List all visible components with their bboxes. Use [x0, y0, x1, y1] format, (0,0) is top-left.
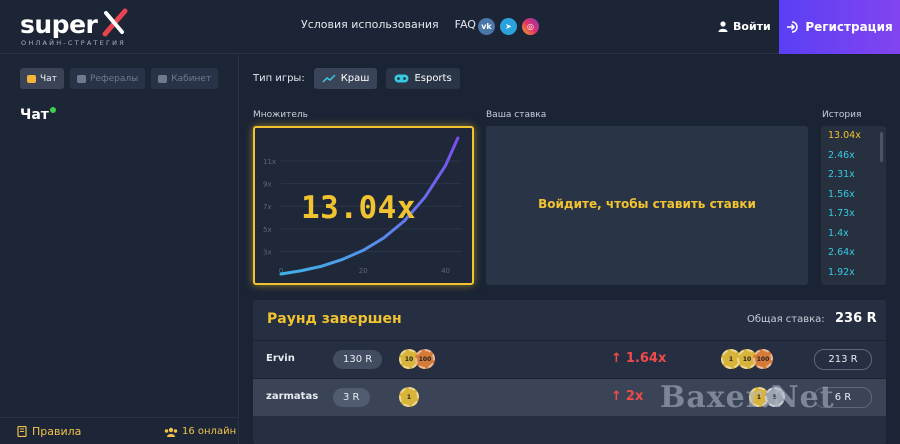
bet-amount: 130 R	[333, 350, 383, 369]
game-type-label: Тип игры:	[253, 73, 305, 84]
user-icon	[158, 74, 168, 83]
nav-faq-link[interactable]: FAQ	[455, 18, 476, 31]
users-icon	[76, 74, 86, 83]
top-nav: Условия использования FAQ	[301, 18, 476, 31]
total-bet-label: Общая ставка:	[747, 314, 825, 325]
chat-title: Чат	[20, 107, 49, 123]
telegram-icon[interactable]: ➤	[500, 18, 517, 35]
user-icon	[718, 21, 728, 32]
watermark: Baxer.Net	[660, 380, 835, 415]
cashout-multiplier: ↑ 1.64x	[611, 351, 666, 366]
rules-label: Правила	[32, 425, 82, 438]
player-name: Ervin	[266, 353, 295, 364]
chip-icon: 100	[753, 349, 773, 369]
game-type-crash-button[interactable]: Краш	[313, 68, 378, 89]
history-label: История	[822, 110, 862, 120]
sidebar: Чат Рефералы Кабинет Чат Правила 16 онла…	[0, 55, 239, 444]
history-item: 1.4x	[828, 227, 849, 239]
logo-text: super	[20, 10, 98, 39]
vk-icon[interactable]: vk	[478, 18, 495, 35]
game-type-crash-label: Краш	[340, 73, 370, 84]
instagram-icon[interactable]: ◎	[522, 18, 539, 35]
sign-in-icon	[787, 21, 798, 33]
register-button[interactable]: Регистрация	[779, 0, 900, 54]
multiplier-text: 1.64x	[625, 351, 667, 366]
y-tick-label: 9x	[263, 181, 272, 189]
login-label: Войти	[733, 20, 771, 33]
history-item: 2.46x	[828, 149, 855, 161]
book-icon	[17, 426, 27, 437]
win-amount: 213 R	[814, 349, 872, 370]
y-tick-label: 3x	[263, 248, 272, 256]
x-tick-label: 40	[441, 267, 450, 275]
y-tick-label: 5x	[263, 226, 272, 234]
tab-cabinet-label: Кабинет	[171, 73, 212, 84]
y-tick-label: 7x	[263, 203, 272, 211]
history-item: 1.73x	[828, 208, 855, 220]
register-label: Регистрация	[805, 20, 893, 34]
logo[interactable]: super ОНЛАЙН-СТРАТЕГИЯ	[20, 8, 130, 48]
round-title: Раунд завершен	[267, 311, 402, 327]
top-header: super ОНЛАЙН-СТРАТЕГИЯ Условия использов…	[0, 0, 900, 54]
chip-icon: 100	[415, 349, 435, 369]
rules-link[interactable]: Правила	[17, 425, 81, 438]
history-item: 1.92x	[828, 266, 855, 278]
sidebar-footer: Правила 16 онлайн	[0, 417, 239, 444]
cashout-multiplier: ↑ 2x	[611, 389, 643, 404]
history-item: 13.04x	[828, 130, 861, 142]
player-name: zarmatas	[266, 391, 319, 402]
game-type-esports-label: Esports	[414, 73, 452, 84]
login-to-bet-message[interactable]: Войдите, чтобы ставить ставки	[486, 197, 808, 211]
chip-icon: 1	[399, 387, 419, 407]
nav-terms-link[interactable]: Условия использования	[301, 18, 439, 31]
bet-chips: 1	[399, 387, 419, 407]
multiplier-panel: 3x 5x 7x 9x 11x 0 20 40 13.04x	[253, 126, 474, 285]
bet-panel: Войдите, чтобы ставить ставки	[486, 126, 808, 285]
total-bet-value: 236 R	[835, 311, 877, 326]
y-tick-label: 11x	[263, 158, 276, 166]
arrow-up-icon: ↑	[611, 389, 622, 404]
game-type-esports-button[interactable]: Esports	[386, 68, 460, 89]
history-item: 2.64x	[828, 247, 855, 259]
chart-line-icon	[322, 74, 336, 83]
round-panel: Раунд завершен Общая ставка: 236 R Ervin…	[253, 300, 886, 444]
history-scrollbar[interactable]	[880, 132, 883, 162]
users-icon	[164, 427, 178, 437]
win-chips: 1 10 100	[721, 349, 773, 369]
tab-referrals-label: Рефералы	[89, 73, 139, 84]
online-status-dot	[50, 107, 56, 113]
game-type-selector: Тип игры: Краш Esports	[253, 68, 460, 89]
chat-icon	[27, 74, 36, 83]
round-header: Раунд завершен Общая ставка: 236 R	[253, 300, 886, 340]
gamepad-icon	[394, 74, 409, 83]
login-button[interactable]: Войти	[718, 20, 771, 33]
tab-referrals[interactable]: Рефералы	[69, 68, 146, 89]
tab-chat-label: Чат	[40, 73, 57, 84]
x-tick-label: 20	[359, 267, 368, 275]
online-label: 16 онлайн	[182, 426, 237, 437]
sidebar-tabs: Чат Рефералы Кабинет	[20, 68, 219, 89]
tab-cabinet[interactable]: Кабинет	[151, 68, 219, 89]
table-row: Ervin 130 R 10 100 ↑ 1.64x 1 10 100 213 R	[253, 340, 886, 378]
online-count: 16 онлайн	[164, 426, 236, 437]
social-links: vk ➤ ◎	[478, 18, 539, 35]
tab-chat[interactable]: Чат	[20, 68, 64, 89]
logo-x-icon	[102, 8, 128, 37]
history-item: 2.31x	[828, 169, 855, 181]
bet-amount: 3 R	[333, 388, 370, 407]
logo-subtitle: ОНЛАЙН-СТРАТЕГИЯ	[21, 39, 126, 47]
history-item: 1.56x	[828, 188, 855, 200]
bet-label: Ваша ставка	[486, 110, 547, 120]
multiplier-label: Множитель	[253, 110, 308, 120]
multiplier-text: 2x	[625, 389, 644, 404]
bet-chips: 10 100	[399, 349, 435, 369]
history-list: 13.04x 2.46x 2.31x 1.56x 1.73x 1.4x 2.64x 1.92x	[821, 126, 886, 285]
multiplier-value: 13.04x	[301, 190, 416, 226]
arrow-up-icon: ↑	[611, 351, 622, 366]
